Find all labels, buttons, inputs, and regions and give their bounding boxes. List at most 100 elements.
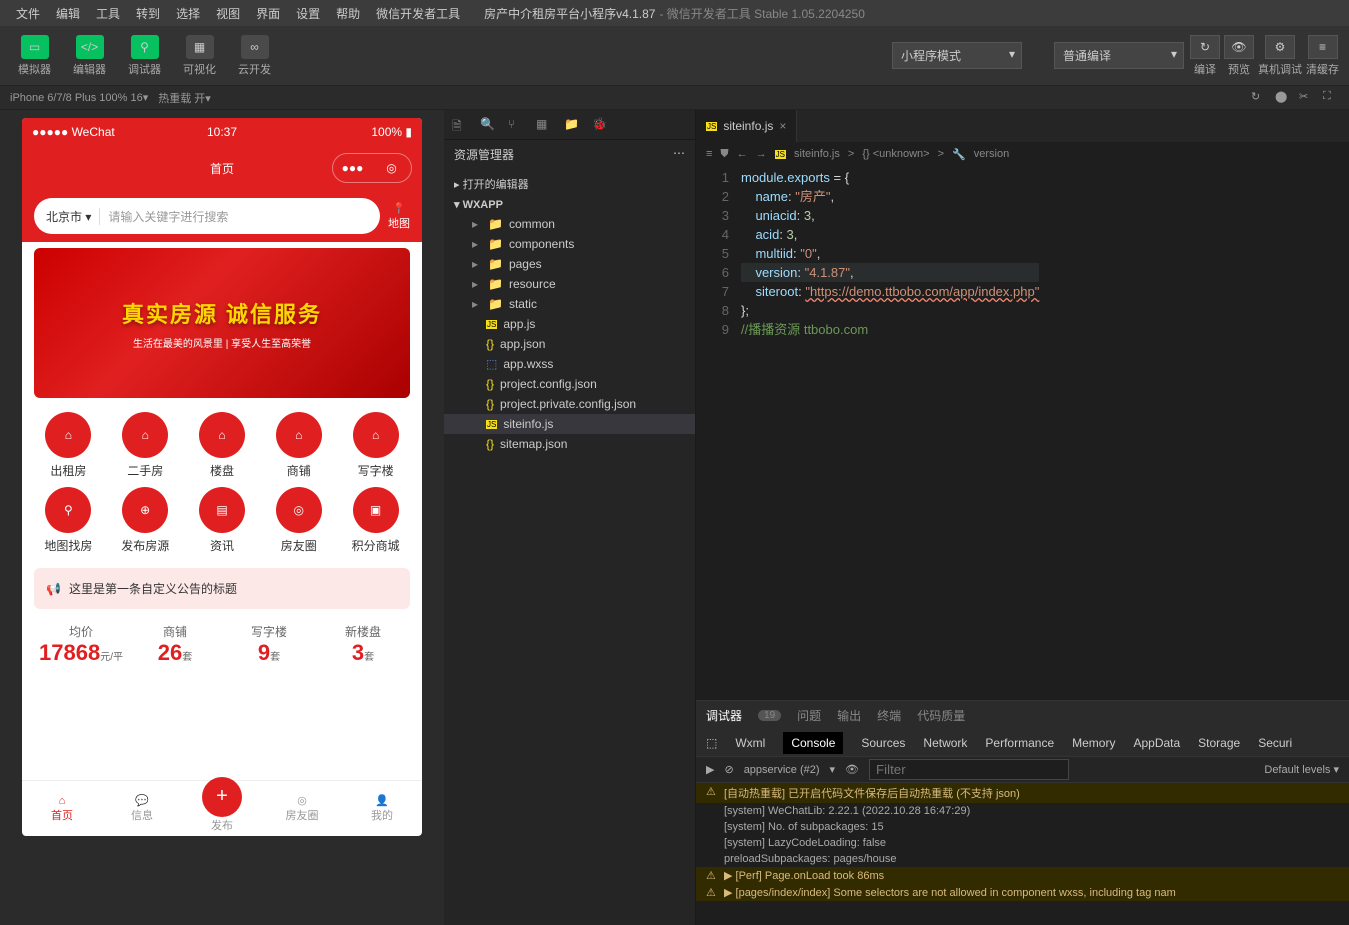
grid-item-news[interactable]: ▤资讯 xyxy=(188,487,257,554)
capsule[interactable]: ●●●◎ xyxy=(332,153,412,183)
refresh-icon[interactable]: ↻ xyxy=(1251,90,1267,106)
grid-item-resale[interactable]: ⌂二手房 xyxy=(111,412,180,479)
dtab-wxml[interactable]: Wxml xyxy=(735,736,765,750)
preview-button[interactable]: 👁 xyxy=(1224,35,1254,59)
bug-icon[interactable]: 🐞 xyxy=(592,117,608,133)
breadcrumb-symbol[interactable]: version xyxy=(974,148,1009,160)
tree-folder-resource[interactable]: ▸📁resource xyxy=(444,274,695,294)
folder-icon[interactable]: 📁 xyxy=(564,117,580,133)
city-picker[interactable]: 北京市 ▾ xyxy=(46,208,100,225)
search-input[interactable]: 请输入关键字进行搜索 xyxy=(100,208,228,225)
capsule-close-icon[interactable]: ◎ xyxy=(372,154,411,182)
menu-interface[interactable]: 界面 xyxy=(248,1,288,26)
dtab-storage[interactable]: Storage xyxy=(1198,736,1240,750)
hot-reload-toggle[interactable]: 热重载 开▾ xyxy=(158,90,211,106)
toolbar-cloud[interactable]: ∞云开发 xyxy=(230,31,279,81)
btab-problems[interactable]: 问题 xyxy=(797,707,821,724)
map-button[interactable]: 📍 地图 xyxy=(388,202,410,231)
menu-edit[interactable]: 编辑 xyxy=(48,1,88,26)
tree-file-siteinfo[interactable]: JSsiteinfo.js xyxy=(444,414,695,434)
clear-icon[interactable]: ⊘ xyxy=(724,763,733,776)
tab-home[interactable]: ⌂首页 xyxy=(22,781,102,836)
clear-cache-button[interactable]: ≡ xyxy=(1308,35,1338,59)
dtab-memory[interactable]: Memory xyxy=(1072,736,1115,750)
tree-file-projectprivate[interactable]: {}project.private.config.json xyxy=(444,394,695,414)
console-filter-input[interactable] xyxy=(869,759,1069,780)
notice-bar[interactable]: 📢 这里是第一条自定义公告的标题 xyxy=(34,568,410,609)
back-icon[interactable]: ← xyxy=(737,148,748,160)
levels-dropdown[interactable]: Default levels ▾ xyxy=(1264,763,1339,776)
tree-folder-static[interactable]: ▸📁static xyxy=(444,294,695,314)
btab-debugger[interactable]: 调试器 xyxy=(706,707,742,724)
code-content[interactable]: module.exports = { name: "房产", uniacid: … xyxy=(741,166,1039,700)
dtab-console[interactable]: Console xyxy=(783,732,843,754)
compile-dropdown[interactable]: 普通编译 xyxy=(1054,42,1184,69)
context-selector[interactable]: appservice (#2) xyxy=(744,764,820,776)
tree-file-projectconfig[interactable]: {}project.config.json xyxy=(444,374,695,394)
cut-icon[interactable]: ✂ xyxy=(1299,90,1315,106)
dtab-network[interactable]: Network xyxy=(923,736,967,750)
compile-button[interactable]: ↻ xyxy=(1190,35,1220,59)
tree-folder-components[interactable]: ▸📁components xyxy=(444,234,695,254)
grid-item-mapfind[interactable]: ⚲地图找房 xyxy=(34,487,103,554)
files-icon[interactable]: 🗎 xyxy=(452,117,468,133)
toolbar-debugger[interactable]: ⚲调试器 xyxy=(120,31,169,81)
inspect-icon[interactable]: ⬚ xyxy=(706,736,717,750)
capsule-menu-icon[interactable]: ●●● xyxy=(333,154,372,182)
btab-output[interactable]: 输出 xyxy=(837,707,861,724)
tree-folder-common[interactable]: ▸📁common xyxy=(444,214,695,234)
search-icon[interactable]: 🔍 xyxy=(480,117,496,133)
menu-settings[interactable]: 设置 xyxy=(288,1,328,26)
expand-icon[interactable]: ⛶ xyxy=(1323,90,1339,106)
more-icon[interactable]: ⋯ xyxy=(673,146,685,163)
menu-tools[interactable]: 工具 xyxy=(88,1,128,26)
tree-file-appwxss[interactable]: ⬚app.wxss xyxy=(444,354,695,374)
btab-quality[interactable]: 代码质量 xyxy=(917,707,965,724)
tab-publish[interactable]: +发布 xyxy=(182,781,262,836)
remote-debug-button[interactable]: ⚙ xyxy=(1265,35,1295,59)
editor-tab-siteinfo[interactable]: JS siteinfo.js × xyxy=(696,110,797,142)
stat-shop[interactable]: 商铺26套 xyxy=(128,623,222,666)
btab-terminal[interactable]: 终端 xyxy=(877,707,901,724)
tree-file-appjson[interactable]: {}app.json xyxy=(444,334,695,354)
menu-wechat-devtools[interactable]: 微信开发者工具 xyxy=(368,1,468,26)
dtab-appdata[interactable]: AppData xyxy=(1133,736,1180,750)
record-icon[interactable]: ⬤ xyxy=(1275,90,1291,106)
stat-newbuilding[interactable]: 新楼盘3套 xyxy=(316,623,410,666)
menu-view[interactable]: 视图 xyxy=(208,1,248,26)
tab-circle[interactable]: ◎房友圈 xyxy=(262,781,342,836)
toolbar-editor[interactable]: </>编辑器 xyxy=(65,31,114,81)
grid-item-office[interactable]: ⌂写字楼 xyxy=(341,412,410,479)
grid-item-building[interactable]: ⌂楼盘 xyxy=(188,412,257,479)
device-selector[interactable]: iPhone 6/7/8 Plus 100% 16▾ xyxy=(10,91,148,104)
dtab-security[interactable]: Securi xyxy=(1258,736,1292,750)
search-bar[interactable]: 北京市 ▾ 请输入关键字进行搜索 xyxy=(34,198,380,234)
banner[interactable]: 真实房源 诚信服务 生活在最美的风景里 | 享受人生至高荣誉 xyxy=(34,248,410,398)
branch-icon[interactable]: ⑂ xyxy=(508,117,524,133)
tree-file-sitemap[interactable]: {}sitemap.json xyxy=(444,434,695,454)
stat-avgprice[interactable]: 均价17868元/平 xyxy=(34,623,128,666)
dtab-performance[interactable]: Performance xyxy=(985,736,1054,750)
grid-item-rent[interactable]: ⌂出租房 xyxy=(34,412,103,479)
breadcrumb-file[interactable]: siteinfo.js xyxy=(794,148,840,160)
mode-dropdown[interactable]: 小程序模式 xyxy=(892,42,1022,69)
grid-item-mall[interactable]: ▣积分商城 xyxy=(341,487,410,554)
code-editor[interactable]: 123456789 module.exports = { name: "房产",… xyxy=(696,166,1349,700)
menu-help[interactable]: 帮助 xyxy=(328,1,368,26)
menu-goto[interactable]: 转到 xyxy=(128,1,168,26)
grid-item-publish[interactable]: ⊕发布房源 xyxy=(111,487,180,554)
toolbar-visual[interactable]: ▦可视化 xyxy=(175,31,224,81)
tab-message[interactable]: 💬信息 xyxy=(102,781,182,836)
tab-mine[interactable]: 👤我的 xyxy=(342,781,422,836)
grid-item-circle[interactable]: ◎房友圈 xyxy=(264,487,333,554)
dtab-sources[interactable]: Sources xyxy=(861,736,905,750)
toolbar-simulator[interactable]: ▭模拟器 xyxy=(10,31,59,81)
blocks-icon[interactable]: ▦ xyxy=(536,117,552,133)
console-output[interactable]: ⚠[自动热重载] 已开启代码文件保存后自动热重载 (不支持 json) [sys… xyxy=(696,783,1349,925)
breadcrumb-scope[interactable]: {} <unknown> xyxy=(862,148,929,160)
stat-office[interactable]: 写字楼9套 xyxy=(222,623,316,666)
menu-select[interactable]: 选择 xyxy=(168,1,208,26)
tree-file-appjs[interactable]: JSapp.js xyxy=(444,314,695,334)
grid-item-shop[interactable]: ⌂商铺 xyxy=(264,412,333,479)
menu-file[interactable]: 文件 xyxy=(8,1,48,26)
